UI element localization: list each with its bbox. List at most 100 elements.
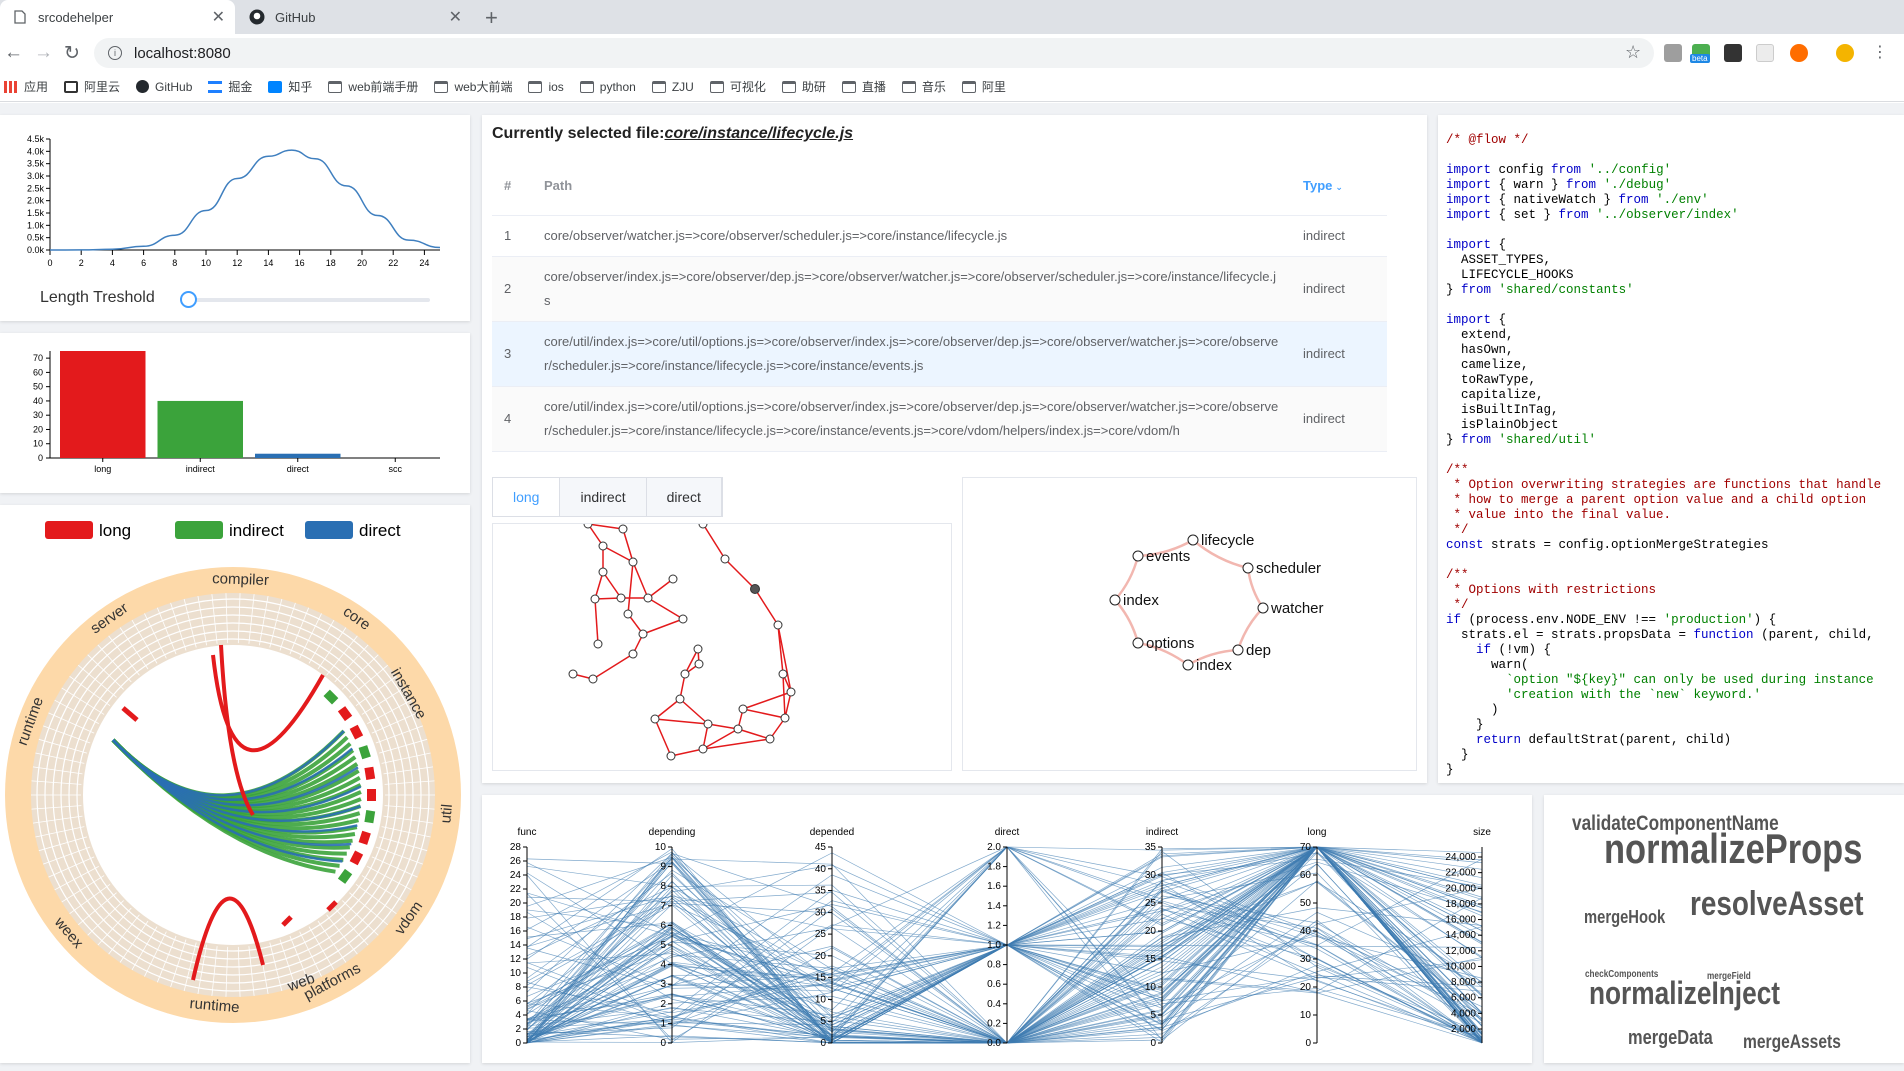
pc-tick-label: 4 xyxy=(515,1010,521,1021)
graph-node xyxy=(638,629,648,639)
table-row[interactable]: 2 core/observer/index.js=>core/observer/… xyxy=(492,256,1387,322)
length-threshold-handle[interactable] xyxy=(180,291,197,308)
reload-icon[interactable]: ↻ xyxy=(64,42,80,65)
graph-node xyxy=(703,719,713,729)
length-threshold-track[interactable] xyxy=(182,298,430,302)
close-icon[interactable]: ✕ xyxy=(212,7,225,27)
code-line: */ xyxy=(1446,523,1881,538)
address-bar[interactable]: i localhost:8080 xyxy=(94,38,1654,68)
tab-indirect[interactable]: indirect xyxy=(560,478,647,516)
info-icon[interactable]: i xyxy=(108,46,122,60)
bookmark-juejin[interactable]: 掘金 xyxy=(208,78,252,95)
url-text: localhost:8080 xyxy=(134,44,231,62)
code-token: * Options with restrictions xyxy=(1446,583,1657,597)
bookmark-folder[interactable]: ZJU xyxy=(651,80,694,94)
col-header-type[interactable]: Type ⌄ xyxy=(1291,157,1387,216)
word-cloud-word[interactable]: resolveAsset xyxy=(1690,885,1864,924)
row-num: 3 xyxy=(492,321,532,387)
bookmark-folder[interactable]: 助研 xyxy=(781,78,826,95)
code-line: * Options with restrictions xyxy=(1446,583,1881,598)
bookmark-aliyun[interactable]: 阿里云 xyxy=(64,78,120,95)
code-token: import xyxy=(1446,313,1492,327)
bookmark-apps[interactable]: 应用 xyxy=(4,78,48,95)
tab-long[interactable]: long xyxy=(493,478,561,516)
pc-tick-label: 2 xyxy=(660,999,666,1010)
bookmark-folder[interactable]: 阿里 xyxy=(961,78,1006,95)
code-line: return defaultStrat(parent, child) xyxy=(1446,733,1881,748)
folder-icon xyxy=(651,80,666,93)
node-marker xyxy=(364,766,376,780)
pc-tick-label: 14,000 xyxy=(1445,930,1476,941)
table-row[interactable]: 4 core/util/index.js=>core/util/options.… xyxy=(492,386,1387,452)
node-marker xyxy=(364,810,376,824)
qr-code-icon[interactable] xyxy=(1724,44,1742,62)
distribution-line xyxy=(49,149,441,251)
bookmark-folder[interactable]: 直播 xyxy=(841,78,886,95)
browser-tab-github[interactable]: GitHub ✕ xyxy=(237,0,472,34)
pc-tick-label: 18,000 xyxy=(1445,899,1476,910)
pc-tick-label: 30 xyxy=(815,907,827,918)
pc-tick-label: 35 xyxy=(815,886,827,897)
browser-tabstrip: srcodehelper ✕ GitHub ✕ + xyxy=(0,0,1904,34)
source-code[interactable]: /* @flow */ import config from '../confi… xyxy=(1446,133,1881,778)
word-cloud-word[interactable]: mergeHook xyxy=(1584,907,1665,928)
path-table-viewport[interactable]: # Path Type ⌄ 1 core/observer/watcher.js=… xyxy=(482,115,1402,465)
code-line: ) xyxy=(1446,703,1881,718)
row-num: 2 xyxy=(492,256,532,322)
code-token: { warn } xyxy=(1491,178,1567,192)
extension-orange-icon[interactable] xyxy=(1790,44,1808,62)
word-cloud-word[interactable]: mergeAssets xyxy=(1743,1032,1841,1054)
row-num: 4 xyxy=(492,386,532,452)
bookmark-github[interactable]: GitHub xyxy=(136,80,192,94)
browser-tab-srcodehelper[interactable]: srcodehelper ✕ xyxy=(0,0,235,34)
extension-blank-icon[interactable] xyxy=(1756,44,1774,62)
zhihu-icon xyxy=(268,80,283,93)
bookmark-folder[interactable]: ios xyxy=(528,80,564,94)
folder-icon xyxy=(901,80,916,93)
code-token: return xyxy=(1476,733,1522,747)
length-distribution-chart: 4.5k 4.0k 3.5k 3.0k 2.5k 2.0k 1.5k 1.0k 0.5k 0.0k… xyxy=(27,134,441,268)
word-cloud-word[interactable]: mergeData xyxy=(1628,1027,1713,1050)
word-cloud-word[interactable]: normalizeInject xyxy=(1589,975,1780,1012)
bookmark-folder[interactable]: 音乐 xyxy=(901,78,946,95)
cycle-node-label: watcher xyxy=(1270,600,1324,617)
pc-tick-label: 16 xyxy=(510,926,522,937)
forward-icon[interactable]: → xyxy=(34,42,53,64)
bookmark-folder[interactable]: web前端手册 xyxy=(328,78,418,95)
cycle-node-label: index xyxy=(1196,657,1232,674)
bookmark-zhihu[interactable]: 知乎 xyxy=(268,78,312,95)
bookmark-folder[interactable]: web大前端 xyxy=(434,78,512,95)
code-line: 'creation with the `new` keyword.' xyxy=(1446,688,1881,703)
x-tick-label: 14 xyxy=(263,258,273,268)
extension-beta-icon[interactable]: beta xyxy=(1690,44,1710,63)
chevron-down-icon[interactable]: ⌄ xyxy=(1335,182,1343,192)
graph-node xyxy=(618,524,628,534)
bookmark-star-icon[interactable]: ☆ xyxy=(1625,42,1641,63)
code-token: * how to merge a parent option value and… xyxy=(1446,493,1867,507)
graph-node xyxy=(694,659,704,669)
bookmark-folder[interactable]: python xyxy=(579,80,636,94)
word-cloud-word[interactable]: normalizeProps xyxy=(1604,825,1862,873)
profile-avatar[interactable] xyxy=(1836,44,1854,62)
new-tab-button[interactable]: + xyxy=(485,5,498,31)
bookmark-folder[interactable]: 可视化 xyxy=(709,78,766,95)
apps-grid-icon xyxy=(4,80,18,93)
y-tick-label: 10 xyxy=(33,439,43,449)
table-row[interactable]: 3 core/util/index.js=>core/util/options.… xyxy=(492,321,1387,387)
code-line: * how to merge a parent option value and… xyxy=(1446,493,1881,508)
cycle-node-label: scheduler xyxy=(1256,560,1321,577)
back-icon[interactable]: ← xyxy=(4,42,23,64)
pc-tick-label: 24 xyxy=(510,870,522,881)
menu-icon[interactable]: ⋮ xyxy=(1872,42,1888,62)
table-row[interactable]: 1 core/observer/watcher.js=>core/observe… xyxy=(492,215,1387,257)
tab-direct[interactable]: direct xyxy=(647,478,722,516)
extension-m-icon[interactable] xyxy=(1664,44,1682,62)
pc-tick-label: 26 xyxy=(510,856,522,867)
graph-node xyxy=(778,669,788,679)
pc-tick-label: 0 xyxy=(1150,1038,1156,1049)
close-icon[interactable]: ✕ xyxy=(449,7,462,27)
